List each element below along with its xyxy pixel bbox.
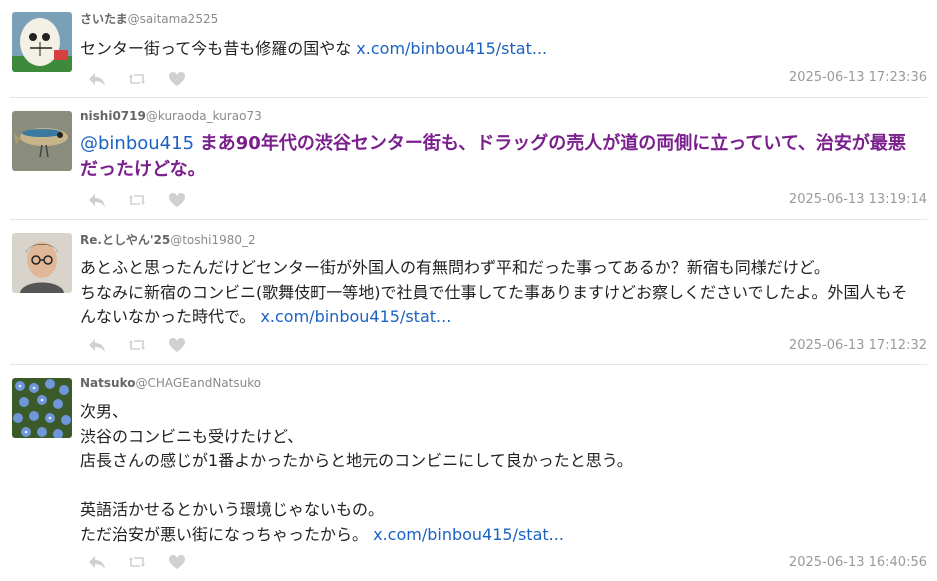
heart-icon: [169, 72, 185, 86]
avatar[interactable]: [12, 111, 72, 171]
tweet-header: Natsuko@CHAGEandNatsuko: [80, 376, 261, 390]
tweet-text: センター街って今も昔も修羅の国やな x.com/binbou415/stat..…: [80, 37, 920, 62]
author-name[interactable]: さいたま: [80, 12, 128, 26]
retweet-icon: [129, 340, 145, 350]
tweet-link[interactable]: x.com/binbou415/stat...: [356, 39, 547, 58]
author-name[interactable]: nishi0719: [80, 109, 146, 123]
blue-flowers-avatar-icon: [12, 378, 72, 438]
tweet-text: 次男、 渋谷のコンビニも受けたけど、 店長さんの感じが1番よかったからと地元のコ…: [80, 400, 920, 547]
author-handle[interactable]: @CHAGEandNatsuko: [135, 376, 261, 390]
tweet-link[interactable]: x.com/binbou415/stat...: [260, 307, 451, 326]
retweet-icon: [129, 74, 145, 84]
tweet-header: Re.としやん'25@toshi1980_2: [80, 231, 256, 248]
reply-icon: [89, 194, 105, 207]
retweet-button[interactable]: [128, 70, 168, 88]
reply-icon: [89, 556, 105, 569]
author-name[interactable]: Re.としやん'25: [80, 233, 170, 247]
reply-button[interactable]: [88, 191, 128, 209]
tweet-text-content: まあ90年代の渋谷センター街も、ドラッグの売人が道の両側に立っていて、治安が最悪…: [80, 133, 906, 180]
fishing-lure-avatar-icon: [12, 111, 72, 171]
like-button[interactable]: [168, 336, 208, 354]
tweet-actions: [88, 336, 208, 354]
like-button[interactable]: [168, 553, 208, 571]
heart-icon: [169, 338, 185, 352]
retweet-icon: [129, 557, 145, 567]
tweet-actions: [88, 191, 208, 209]
reply-button[interactable]: [88, 553, 128, 571]
heart-icon: [169, 555, 185, 569]
tweet-feed: さいたま@saitama2525 センター街って今も昔も修羅の国やな x.com…: [0, 0, 937, 581]
tweet-actions: [88, 553, 208, 571]
author-handle[interactable]: @toshi1980_2: [170, 233, 255, 247]
tweet-header: さいたま@saitama2525: [80, 10, 218, 27]
tweet-item: Re.としやん'25@toshi1980_2 あとふと思ったんだけどセンター街が…: [10, 233, 927, 365]
tweet-actions: [88, 70, 208, 88]
reply-icon: [89, 339, 105, 352]
retweet-icon: [129, 195, 145, 205]
tweet-text-content: あとふと思ったんだけどセンター街が外国人の有無問わず平和だった事ってあるか？新宿…: [80, 258, 908, 326]
like-button[interactable]: [168, 191, 208, 209]
reply-button[interactable]: [88, 336, 128, 354]
heart-icon: [169, 193, 185, 207]
tweet-text: あとふと思ったんだけどセンター街が外国人の有無問わず平和だった事ってあるか？新宿…: [80, 256, 920, 330]
avatar[interactable]: [12, 233, 72, 293]
reply-icon: [89, 73, 105, 86]
tweet-text: @binbou415 まあ90年代の渋谷センター街も、ドラッグの売人が道の両側に…: [80, 131, 920, 183]
tweet-item: さいたま@saitama2525 センター街って今も昔も修羅の国やな x.com…: [10, 12, 927, 98]
tweet-link[interactable]: x.com/binbou415/stat...: [373, 525, 564, 544]
tweet-timestamp[interactable]: 2025-06-13 17:12:32: [789, 338, 927, 353]
man-glasses-avatar-icon: [12, 233, 72, 293]
doraemon-avatar-icon: [12, 12, 72, 72]
tweet-text-content: センター街って今も昔も修羅の国やな: [80, 39, 357, 58]
like-button[interactable]: [168, 70, 208, 88]
author-handle[interactable]: @saitama2525: [128, 12, 219, 26]
tweet-item: Natsuko@CHAGEandNatsuko 次男、 渋谷のコンビニも受けたけ…: [10, 376, 927, 581]
reply-mention-link[interactable]: @binbou415: [80, 133, 200, 154]
tweet-item: nishi0719@kuraoda_kurao73 @binbou415 まあ9…: [10, 109, 927, 220]
reply-button[interactable]: [88, 70, 128, 88]
tweet-text-content: 次男、 渋谷のコンビニも受けたけど、 店長さんの感じが1番よかったからと地元のコ…: [80, 402, 633, 544]
tweet-timestamp[interactable]: 2025-06-13 17:23:36: [789, 70, 927, 85]
avatar[interactable]: [12, 378, 72, 438]
author-handle[interactable]: @kuraoda_kurao73: [146, 109, 262, 123]
tweet-timestamp[interactable]: 2025-06-13 13:19:14: [789, 192, 927, 207]
tweet-header: nishi0719@kuraoda_kurao73: [80, 109, 262, 123]
author-name[interactable]: Natsuko: [80, 376, 135, 390]
retweet-button[interactable]: [128, 336, 168, 354]
tweet-timestamp[interactable]: 2025-06-13 16:40:56: [789, 555, 927, 570]
retweet-button[interactable]: [128, 191, 168, 209]
avatar[interactable]: [12, 12, 72, 72]
retweet-button[interactable]: [128, 553, 168, 571]
